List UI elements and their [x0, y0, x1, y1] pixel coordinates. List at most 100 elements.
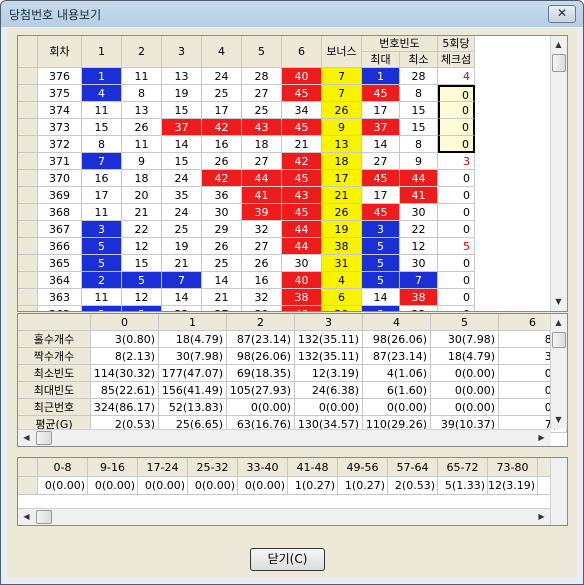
max-frequency-number: 3	[362, 221, 400, 238]
scroll-left-icon[interactable]: ◀	[19, 509, 34, 524]
drawn-number: 14	[202, 272, 242, 289]
range-value: 5(1.33)	[438, 477, 488, 495]
drawn-number: 13	[162, 68, 202, 85]
min-frequency-number: 41	[400, 187, 438, 204]
draw-number: 362	[38, 306, 82, 311]
table-row[interactable]: 368 11 21 24 30 39 45 26 45 30 0	[18, 204, 475, 221]
table-row[interactable]: 366 5 12 19 26 27 44 38 5 12 5	[18, 238, 475, 255]
checksum-value: 0	[438, 170, 475, 187]
table-row[interactable]: 370 16 18 24 42 44 45 17 45 44 0	[18, 170, 475, 187]
table-row[interactable]: 최대빈도 85(22.61) 156(41.49) 105(27.93) 24(6.38…	[18, 382, 567, 399]
bonus-number: 6	[322, 289, 362, 306]
column-header: 보너스	[322, 36, 362, 68]
range-value: 1(0.27)	[338, 477, 388, 495]
column-header: 2	[122, 36, 162, 68]
drawn-number: 9	[122, 153, 162, 170]
column-header: 4	[202, 36, 242, 68]
table-row[interactable]: 짝수개수 8(2.13) 30(7.98) 98(26.06) 132(35.11) 87…	[18, 348, 567, 365]
min-frequency-number: 22	[400, 221, 438, 238]
table-row[interactable]: 363 11 12 14 21 32 38 6 14 38 0	[18, 289, 475, 306]
drawn-number: 40	[282, 306, 322, 311]
drawn-number: 35	[162, 187, 202, 204]
bonus-number: 26	[322, 204, 362, 221]
table-row[interactable]: 371 7 9 15 26 27 42 18 27 9 3	[18, 153, 475, 170]
scroll-right-icon[interactable]: ▶	[534, 509, 549, 524]
draw-number: 376	[38, 68, 82, 85]
stat-value: 87(23.14)	[227, 331, 295, 348]
vertical-scrollbar[interactable]: ▲ ▼	[550, 314, 567, 429]
table-row[interactable]: 홀수개수 3(0.80) 18(4.79) 87(23.14) 132(35.11) 98…	[18, 331, 567, 348]
drawn-number: 1	[82, 68, 122, 85]
drawn-number: 11	[82, 102, 122, 119]
drawn-number: 11	[122, 68, 162, 85]
row-header	[18, 306, 38, 311]
horizontal-scrollbar[interactable]: ◀ ▶	[18, 429, 551, 446]
checksum-value: 5	[438, 238, 475, 255]
table-row[interactable]: 최근번호 324(86.17) 52(13.83) 0(0.00) 0(0.00) 0(0…	[18, 399, 567, 416]
table-row[interactable]: 365 5 15 21 25 26 30 31 5 30 0	[18, 255, 475, 272]
drawn-number: 30	[282, 255, 322, 272]
scroll-left-icon[interactable]: ◀	[19, 430, 34, 445]
drawn-number: 5	[82, 238, 122, 255]
close-button[interactable]: 닫기(C)	[250, 548, 325, 571]
scroll-thumb[interactable]	[36, 431, 52, 445]
table-row[interactable]: 373 15 26 37 42 43 45 9 37 15 0	[18, 119, 475, 136]
max-frequency-number: 45	[362, 204, 400, 221]
table-row[interactable]: 0(0.00) 0(0.00) 0(0.00) 0(0.00) 0(0.00) 1(0.2…	[18, 477, 567, 495]
drawn-number: 25	[162, 221, 202, 238]
draw-number: 367	[38, 221, 82, 238]
drawn-number: 45	[282, 204, 322, 221]
drawn-number: 18	[242, 136, 282, 153]
drawn-number: 14	[162, 136, 202, 153]
scroll-thumb[interactable]	[552, 54, 566, 72]
drawn-number: 28	[242, 68, 282, 85]
scroll-up-icon[interactable]: ▲	[551, 37, 566, 52]
table-row[interactable]: 375 4 8 19 25 27 45 7 45 8 0	[18, 85, 475, 102]
scroll-thumb[interactable]	[36, 510, 52, 524]
column-header: 1	[82, 36, 122, 68]
table-row[interactable]: 3622322273040293220	[18, 306, 475, 311]
scroll-up-icon[interactable]: ▲	[551, 315, 566, 330]
checksum-value: 0	[438, 221, 475, 238]
vertical-scrollbar[interactable]: ▲ ▼	[550, 36, 567, 311]
drawn-number: 26	[242, 255, 282, 272]
column-header: 9-16	[88, 458, 138, 477]
drawn-number: 42	[202, 119, 242, 136]
stat-value: 105(27.93)	[227, 382, 295, 399]
drawn-number: 40	[282, 272, 322, 289]
scroll-right-icon[interactable]: ▶	[534, 430, 549, 445]
draw-number: 374	[38, 102, 82, 119]
table-row[interactable]: 376 1 11 13 24 28 40 7 1 28 4	[18, 68, 475, 85]
horizontal-scrollbar[interactable]: ◀ ▶	[18, 508, 551, 525]
max-frequency-number: 3	[362, 306, 400, 311]
dialog-client: 회차 1 2 3 4 5 6 보너스 번호빈도 최대 최소 5회당 체크섬 376 1 11 13 24 28 40 7…	[7, 27, 577, 578]
min-frequency-number: 38	[400, 289, 438, 306]
close-icon[interactable]: ✕	[548, 5, 576, 23]
scroll-thumb[interactable]	[552, 332, 566, 348]
scroll-down-icon[interactable]: ▼	[551, 412, 566, 427]
max-frequency-number: 14	[362, 136, 400, 153]
drawn-number: 20	[122, 187, 162, 204]
table-row[interactable]: 369 17 20 35 36 41 43 21 17 41 0	[18, 187, 475, 204]
scroll-down-icon[interactable]: ▼	[551, 294, 566, 309]
stat-value: 30(7.98)	[431, 331, 499, 348]
drawn-number: 24	[162, 204, 202, 221]
stat-value: 8(2.13)	[91, 348, 159, 365]
table-row[interactable]: 374 11 13 15 17 25 34 26 17 15 0	[18, 102, 475, 119]
drawn-number: 21	[282, 136, 322, 153]
stat-value: 69(18.35)	[227, 365, 295, 382]
dialog-window: 당첨번호 내용보기 ✕ 회차 1 2 3 4 5 6 보너스 번호빈도 최대 최소 5회당 체크섬 376…	[0, 0, 584, 585]
drawn-number: 2	[82, 272, 122, 289]
draw-number: 369	[38, 187, 82, 204]
drawn-number: 4	[82, 85, 122, 102]
title-bar[interactable]: 당첨번호 내용보기 ✕	[1, 1, 583, 27]
range-value: 0(0.00)	[188, 477, 238, 495]
min-frequency-number: 28	[400, 68, 438, 85]
table-row[interactable]: 364 2 5 7 14 16 40 4 5 7 0	[18, 272, 475, 289]
drawn-number: 43	[242, 119, 282, 136]
drawn-number: 15	[82, 119, 122, 136]
drawn-number: 42	[282, 153, 322, 170]
table-row[interactable]: 최소빈도 114(30.32) 177(47.07) 69(18.35) 12(3.19…	[18, 365, 567, 382]
table-row[interactable]: 372 8 11 14 16 18 21 13 14 8 0	[18, 136, 475, 153]
table-row[interactable]: 367 3 22 25 29 32 44 19 3 22 0	[18, 221, 475, 238]
